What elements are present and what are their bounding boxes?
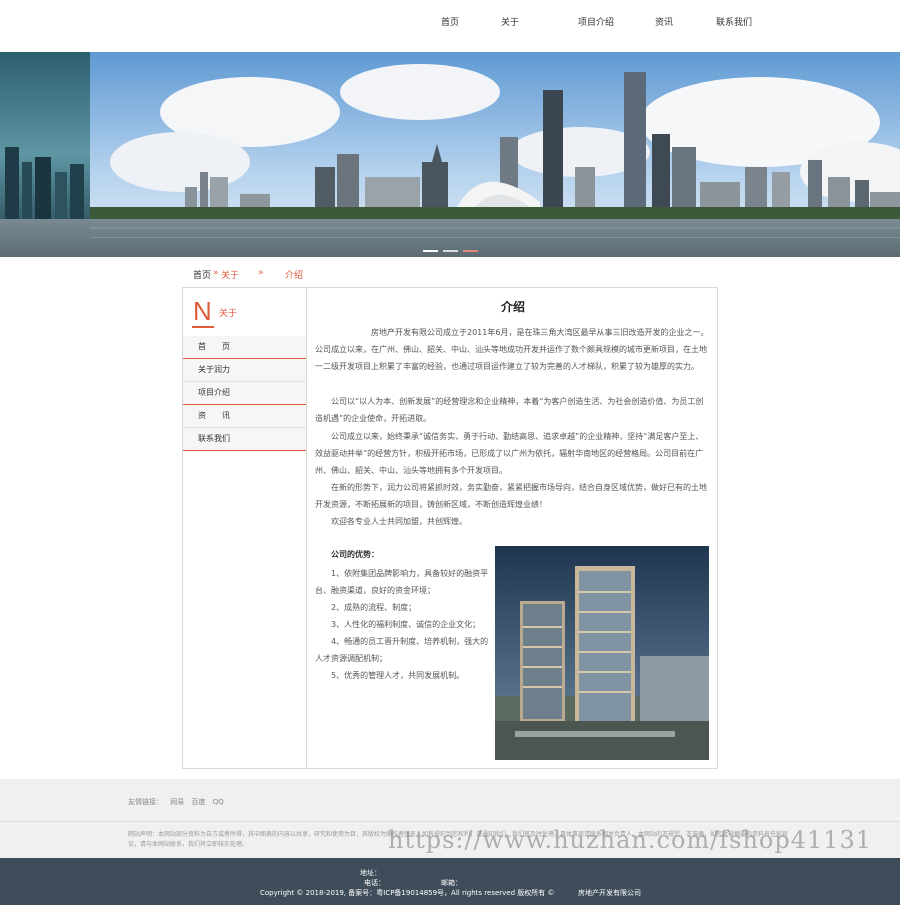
slider-dot-2[interactable] <box>443 250 458 252</box>
nav-about[interactable]: 关于 <box>501 15 519 28</box>
friend-link[interactable]: 百度 <box>191 798 205 806</box>
content-area: 介绍 房地产开发有限公司成立于2011年6月，是在珠三角大湾区最早从事三旧改造开… <box>313 288 713 768</box>
intro-paragraph: 公司成立以来，始终秉承“诚信务实、勇于行动、勤结高思、追求卓越”的企业精神，坚持… <box>315 432 704 475</box>
sidebar-letter: N <box>193 296 212 326</box>
sidebar-item-projects[interactable]: 项目介绍 <box>183 382 306 405</box>
intro-paragraph: 房地产开发有限公司成立于2011年6月，是在珠三角大湾区最早从事三旧改造开发的企… <box>315 328 709 371</box>
footer-company: 房地产开发有限公司 <box>578 889 641 897</box>
sidebar-letter-underline <box>192 326 214 328</box>
nav-contact[interactable]: 联系我们 <box>716 15 752 28</box>
sidebar: N 关于 首 页 关于润力 项目介绍 资 讯 联系我们 <box>183 288 307 768</box>
breadcrumb-sep: » <box>213 268 219 278</box>
breadcrumb-about[interactable]: 关于 <box>221 268 239 281</box>
advantage-item: 2、成熟的流程、制度； <box>315 603 417 612</box>
nav-projects[interactable]: 项目介绍 <box>578 15 614 28</box>
footer-phone: 电话： <box>364 879 385 887</box>
friend-links-label: 友情链接： <box>128 798 163 806</box>
footer-copyright: Copyright © 2018-2019, 备案号：粤ICP备19014859… <box>260 889 555 897</box>
friend-links: 友情链接： 网易 百度 QQ <box>128 797 229 807</box>
sidebar-item-news[interactable]: 资 讯 <box>183 405 306 428</box>
advantages-title: 公司的优势： <box>331 550 379 559</box>
page-title: 介绍 <box>500 300 525 314</box>
sidebar-header: N 关于 <box>183 288 306 336</box>
main-panel: N 关于 首 页 关于润力 项目介绍 资 讯 联系我们 介绍 房地产开发有限公司… <box>182 287 718 769</box>
advantage-item: 5、优秀的管理人才，共同发展机制。 <box>315 671 465 680</box>
slider-dot-3[interactable] <box>463 250 478 252</box>
nav-news[interactable]: 资讯 <box>655 15 673 28</box>
footer-divider <box>0 821 900 822</box>
sidebar-title: 关于 <box>219 309 238 319</box>
banner-image <box>0 52 900 257</box>
building-image <box>495 546 709 760</box>
advantage-item: 3、人性化的福利制度、诚信的企业文化； <box>315 620 481 629</box>
advantage-item: 4、畅通的员工晋升制度、培养机制，强大的人才资源调配机制； <box>315 637 489 663</box>
watermark: https://www.huzhan.com/fshop41131 <box>388 826 873 854</box>
sidebar-item-contact[interactable]: 联系我们 <box>183 428 306 451</box>
intro-paragraph: 欢迎各专业人士共同加盟，共创辉煌。 <box>315 517 467 526</box>
intro-paragraph: 公司以“以人为本、创新发展”的经营理念和企业精神，本着“为客户创造生活、为社会创… <box>315 397 704 423</box>
intro-paragraph: 在新的形势下，润力公司将紧抓时效，务实勤奋，紧紧把握市场导向，结合自身区域优势，… <box>315 483 707 509</box>
breadcrumb-current: 介绍 <box>285 271 304 281</box>
nav-home[interactable]: 首页 <box>441 15 459 28</box>
friend-link[interactable]: 网易 <box>170 798 184 806</box>
footer-address: 地址： <box>360 869 381 877</box>
slider-dot-1[interactable] <box>423 250 438 252</box>
friend-link[interactable]: QQ <box>213 798 224 806</box>
footer-bottom: 地址： 电话： 邮箱： Copyright © 2018-2019, 备案号：粤… <box>0 858 900 905</box>
sidebar-menu: 首 页 关于润力 项目介绍 资 讯 联系我们 <box>183 336 306 451</box>
advantage-item: 1、依附集团品牌影响力，具备较好的融资平台、融资渠道，良好的资金环境； <box>315 569 489 595</box>
advantages-list: 1、依附集团品牌影响力，具备较好的融资平台、融资渠道，良好的资金环境； 2、成熟… <box>315 565 495 684</box>
breadcrumb-sep: » <box>258 268 264 278</box>
skyline-picture <box>0 52 900 257</box>
footer-email: 邮箱： <box>441 879 462 887</box>
top-bar: 首页 关于 项目介绍 资讯 联系我们 <box>0 0 900 52</box>
breadcrumb-home[interactable]: 首页 <box>193 268 211 281</box>
building-picture <box>495 546 709 760</box>
sidebar-item-home[interactable]: 首 页 <box>183 336 306 359</box>
sidebar-item-about[interactable]: 关于润力 <box>183 359 306 382</box>
